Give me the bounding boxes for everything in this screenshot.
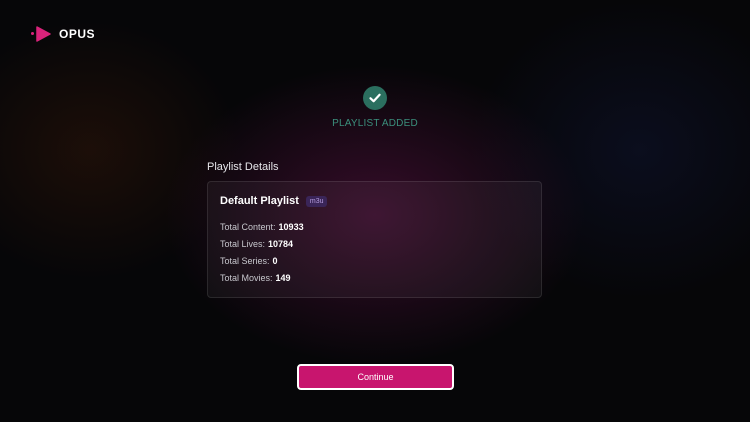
stat-total-movies: Total Movies: 149: [220, 273, 291, 283]
stat-value: 10784: [268, 239, 294, 249]
play-logo-icon: [31, 25, 51, 43]
format-badge: m3u: [305, 195, 328, 207]
playlist-details-card: Default Playlist m3u Total Content: 10933…: [207, 181, 542, 298]
stat-value: 0: [272, 256, 278, 266]
stat-label: Total Series:: [220, 256, 270, 266]
stat-total-lives: Total Lives: 10784: [220, 239, 293, 249]
stat-label: Total Content:: [220, 222, 276, 232]
status-message: PLAYLIST ADDED: [332, 118, 418, 129]
continue-button[interactable]: Continue: [297, 364, 454, 390]
opus-logo: OPUS: [31, 25, 95, 43]
playlist-added-screen: OPUS PLAYLIST ADDED Playlist Details Def…: [0, 0, 750, 422]
check-circle-icon: [363, 86, 387, 110]
playlist-name: Default Playlist: [220, 195, 299, 207]
stat-label: Total Movies:: [220, 273, 273, 283]
stat-value: 149: [275, 273, 291, 283]
playlist-header: Default Playlist m3u: [220, 195, 328, 207]
stat-total-series: Total Series: 0: [220, 256, 278, 266]
stat-value: 10933: [278, 222, 304, 232]
section-title: Playlist Details: [207, 161, 279, 173]
stat-total-content: Total Content: 10933: [220, 222, 304, 232]
stat-label: Total Lives:: [220, 239, 266, 249]
logo-text: OPUS: [59, 27, 96, 41]
